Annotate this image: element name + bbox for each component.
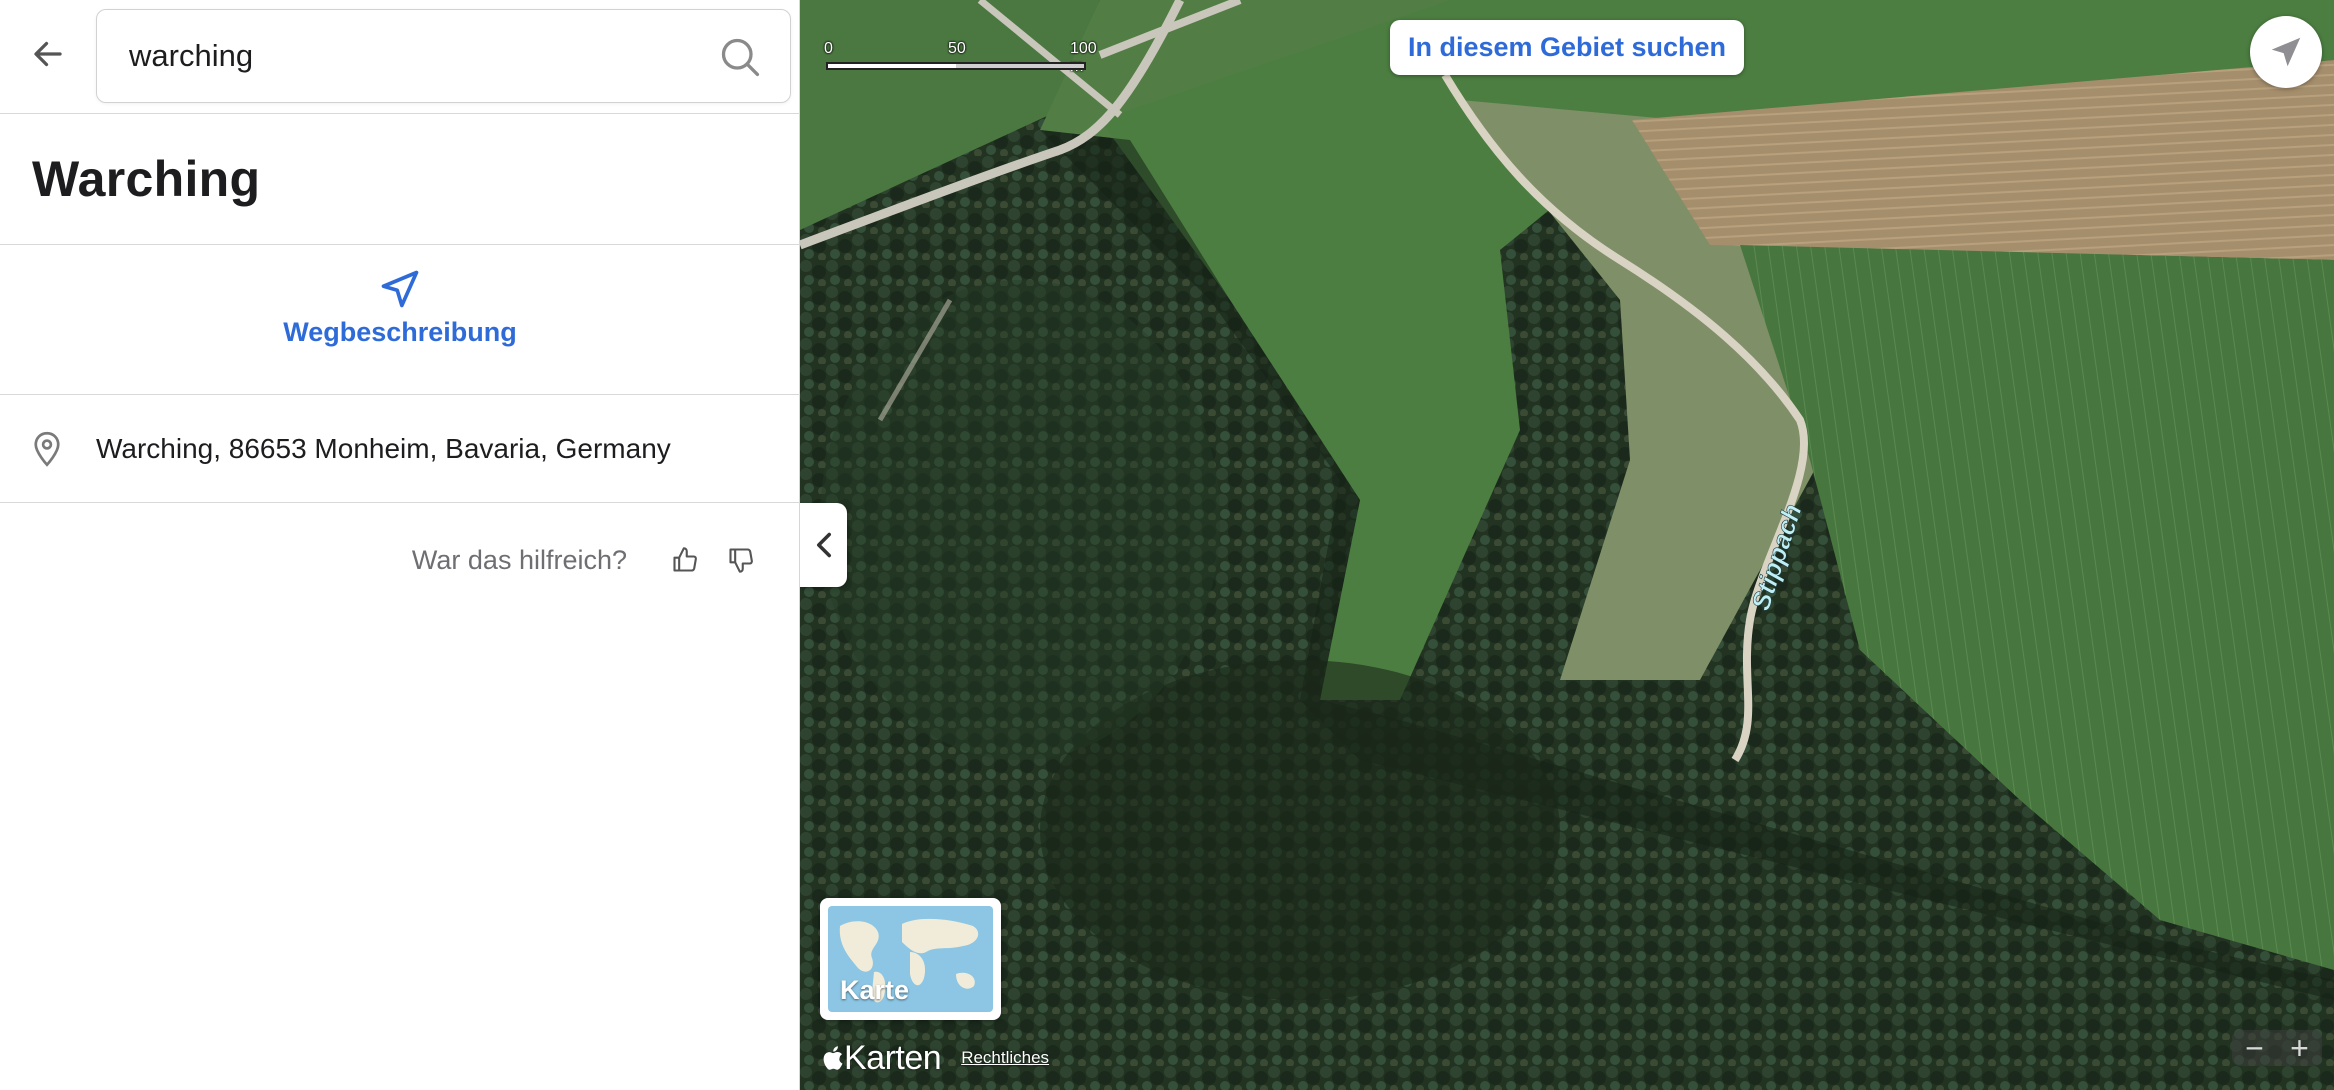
scale-bar: 0 50 100 m xyxy=(824,40,1097,80)
place-header: Warching xyxy=(0,114,800,245)
map-attribution: Karten Rechtliches xyxy=(820,1038,1049,1078)
search-this-area-button[interactable]: In diesem Gebiet suchen xyxy=(1390,20,1744,75)
brand-name: Karten xyxy=(844,1038,942,1077)
scale-label-0: 0 xyxy=(824,40,833,57)
satellite-map[interactable]: 0 50 100 m In diesem Gebiet suchen Stipp… xyxy=(800,0,2334,1090)
search-box xyxy=(96,9,791,103)
collapse-sidebar-button[interactable] xyxy=(800,503,847,587)
place-sidebar: Warching Wegbeschreibung Warching, 86653… xyxy=(0,0,800,1090)
map-type-label: Karte xyxy=(840,975,910,1005)
thumbs-up-button[interactable] xyxy=(667,542,703,578)
map-type-toggle[interactable]: Karte xyxy=(820,898,1001,1020)
action-row: Wegbeschreibung xyxy=(0,245,800,395)
apple-logo-icon xyxy=(823,1046,843,1070)
location-arrow-icon xyxy=(2271,37,2301,67)
feedback-row: War das hilfreich? xyxy=(412,540,759,580)
navigation-arrow-icon xyxy=(381,270,419,308)
zoom-controls: − + xyxy=(2232,1030,2322,1066)
directions-button[interactable]: Wegbeschreibung xyxy=(270,267,530,377)
thumbs-down-button[interactable] xyxy=(723,542,759,578)
maps-brand-logo: Karten xyxy=(820,1038,942,1078)
directions-label: Wegbeschreibung xyxy=(283,317,517,347)
arrow-left-icon xyxy=(34,41,62,67)
locate-me-button[interactable] xyxy=(2250,16,2322,88)
search-input[interactable] xyxy=(129,32,689,80)
zoom-out-button[interactable]: − xyxy=(2232,1030,2277,1066)
back-button[interactable] xyxy=(24,30,72,78)
map-type-thumbnail: Karte xyxy=(828,906,993,1012)
chevron-left-icon xyxy=(816,532,831,558)
search-header xyxy=(0,0,800,114)
zoom-in-button[interactable]: + xyxy=(2277,1030,2322,1066)
location-pin-icon xyxy=(34,431,60,467)
maps-app: Warching Wegbeschreibung Warching, 86653… xyxy=(0,0,2334,1090)
scale-label-100: 100 m xyxy=(1070,40,1097,75)
place-address: Warching, 86653 Monheim, Bavaria, German… xyxy=(96,433,671,464)
scale-line xyxy=(826,62,1086,70)
satellite-imagery xyxy=(800,0,2334,1090)
thumbs-down-icon xyxy=(729,548,753,573)
address-row: Warching, 86653 Monheim, Bavaria, German… xyxy=(0,395,800,503)
legal-link[interactable]: Rechtliches xyxy=(961,1048,1049,1068)
thumbs-up-icon xyxy=(673,547,697,572)
feedback-label: War das hilfreich? xyxy=(411,544,627,575)
place-title: Warching xyxy=(32,151,261,207)
scale-label-50: 50 xyxy=(948,40,966,57)
magnifier-icon[interactable] xyxy=(718,35,762,79)
